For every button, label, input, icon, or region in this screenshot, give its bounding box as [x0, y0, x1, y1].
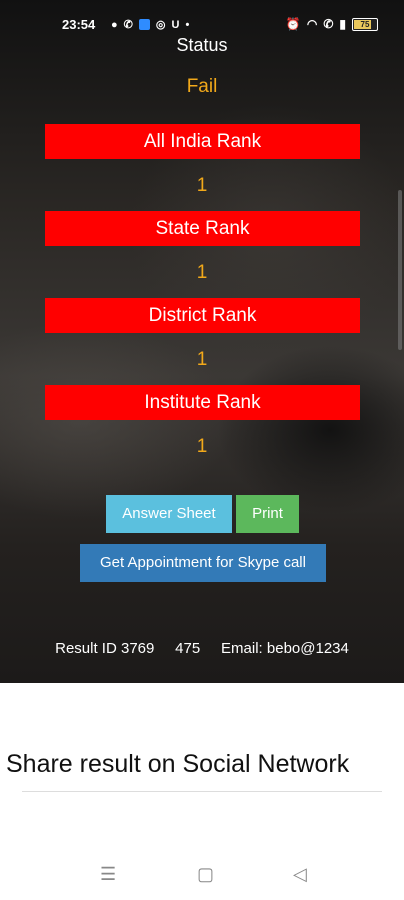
answer-sheet-button[interactable]: Answer Sheet	[106, 495, 232, 533]
notification-icons: ● ✆ ◎ U •	[111, 18, 190, 32]
battery-icon: 75	[352, 17, 378, 31]
wifi-icon: ◠	[306, 17, 318, 31]
institute-rank-label: Institute Rank	[45, 385, 360, 420]
whatsapp-icon: ✆	[123, 19, 133, 31]
signal-icon: ▮	[339, 17, 346, 31]
state-rank-label: State Rank	[45, 211, 360, 246]
alarm-icon: ⏰	[285, 17, 301, 31]
institute-rank-value: 1	[196, 436, 208, 457]
instagram-icon: ◎	[155, 19, 166, 31]
navigation-bar: ☰ ▢ ◁	[0, 864, 404, 890]
divider	[22, 791, 382, 792]
district-rank-value: 1	[196, 349, 208, 370]
state-rank-value: 1	[196, 262, 208, 283]
result-info: Result ID 3769 475 Email: bebo@1234	[55, 640, 349, 657]
scrollbar[interactable]	[398, 190, 402, 350]
print-button[interactable]: Print	[236, 495, 299, 533]
menu-icon[interactable]: ☰	[100, 864, 116, 885]
status-value: Fail	[186, 76, 218, 97]
call-icon: ✆	[323, 17, 334, 31]
status-title: Status	[176, 35, 228, 55]
notification-dot-icon: ●	[111, 18, 118, 31]
all-india-rank-label: All India Rank	[45, 124, 360, 159]
system-icons: ⏰ ◠ ✆ ▮ 75	[286, 17, 378, 31]
home-square-icon[interactable]: ▢	[197, 864, 214, 885]
share-title: Share result on Social Network	[6, 750, 350, 778]
app-icon	[138, 19, 150, 30]
all-india-rank-value: 1	[196, 175, 208, 196]
skype-appointment-button[interactable]: Get Appointment for Skype call	[80, 544, 326, 582]
dot-icon: •	[185, 18, 190, 31]
clock: 23:54	[62, 17, 96, 32]
battery-percent: 75	[360, 19, 370, 29]
back-triangle-icon[interactable]: ◁	[293, 864, 307, 885]
district-rank-label: District Rank	[45, 298, 360, 333]
u-icon: U	[171, 18, 180, 31]
